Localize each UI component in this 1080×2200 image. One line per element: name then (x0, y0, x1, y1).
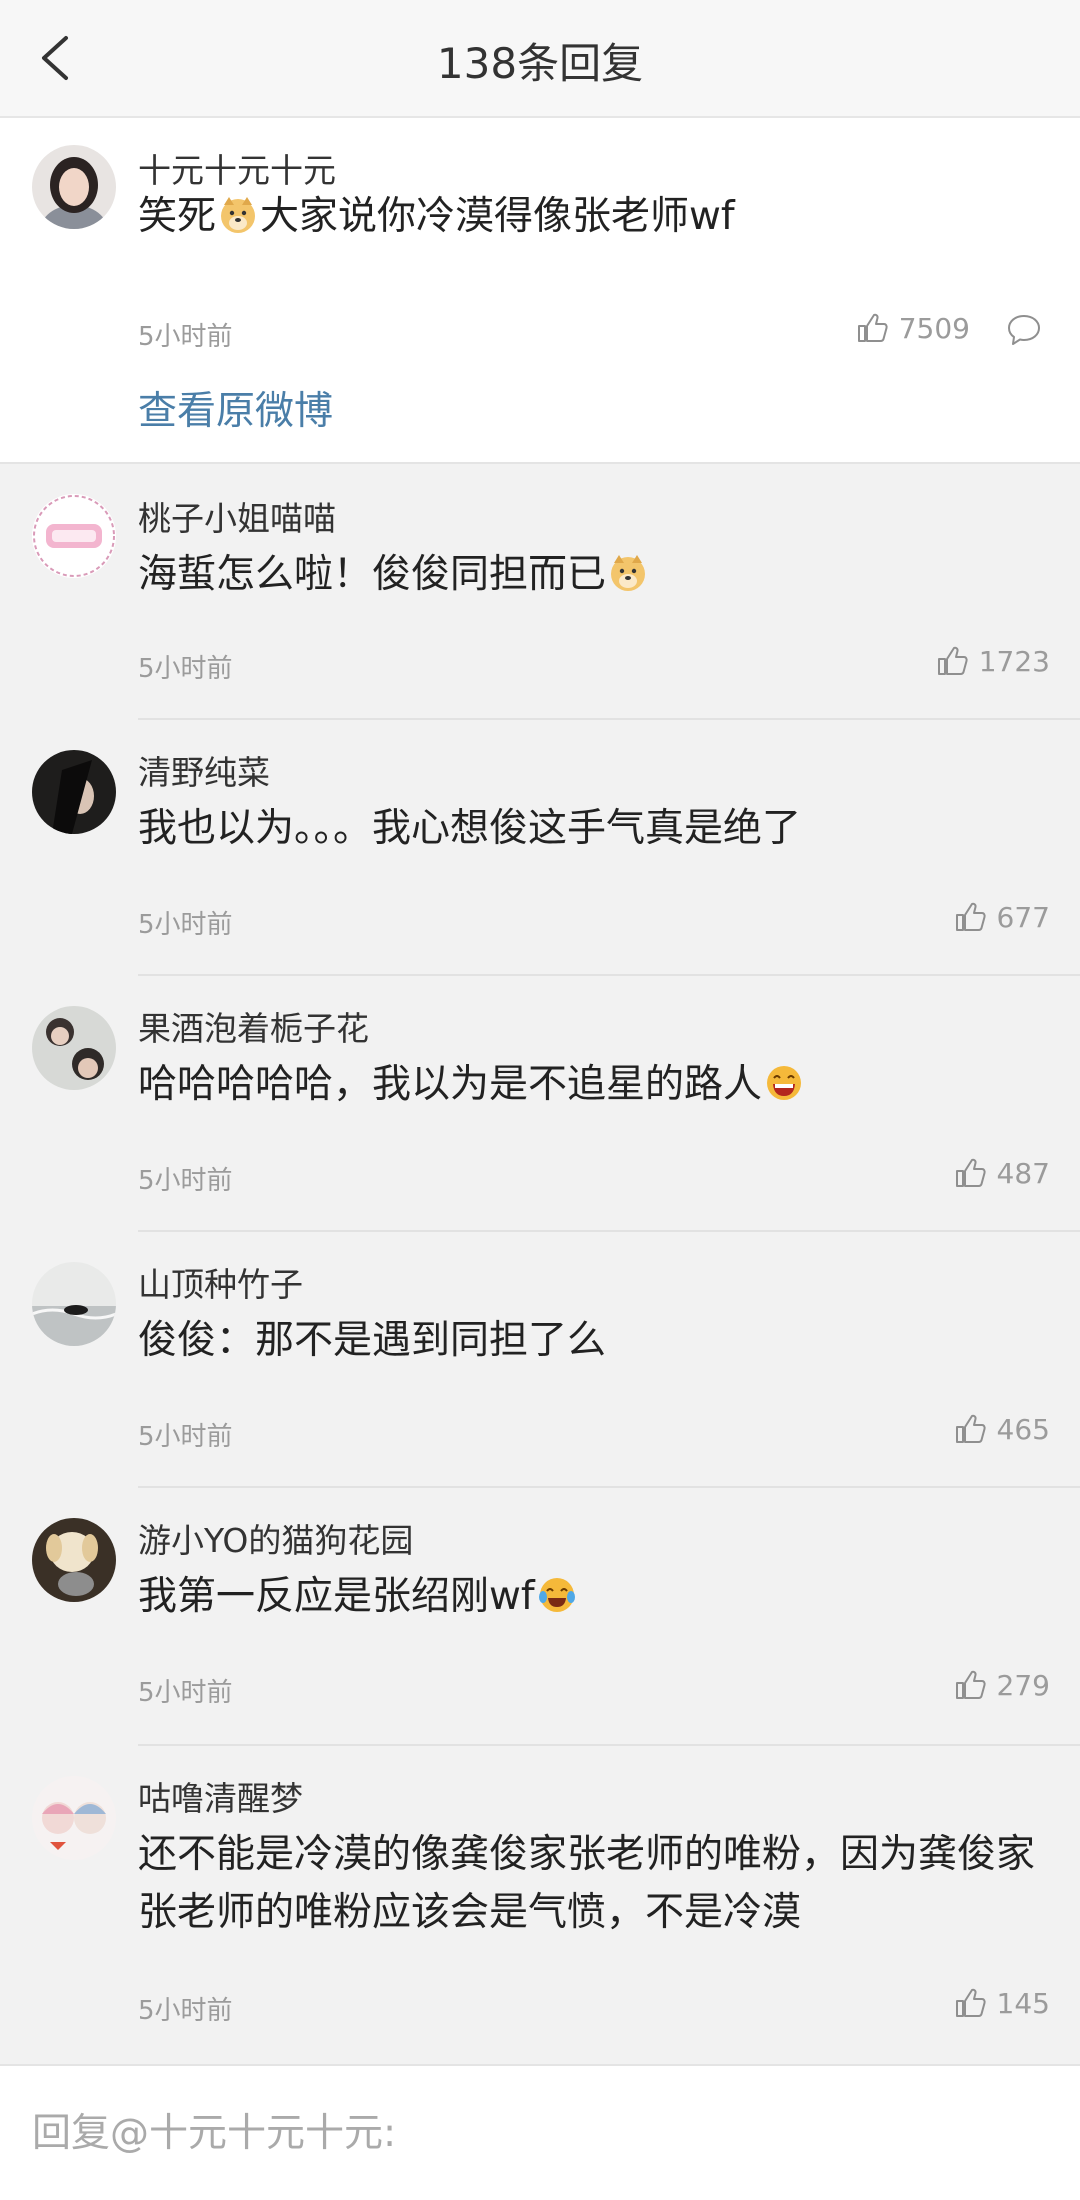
thumbs-up-icon (955, 902, 986, 931)
like-count: 677 (996, 900, 1050, 934)
doge-emoji (611, 555, 646, 591)
reply-item: 咕噜清醒梦 还不能是冷漠的像龚俊家张老师的唯粉，因为龚俊家张老师的唯粉应该会是气… (0, 1746, 1080, 2064)
timestamp: 5小时前 (138, 322, 233, 352)
reply-input[interactable] (32, 2098, 1032, 2168)
like-button[interactable]: 1723 (935, 644, 1050, 678)
view-original-post-link[interactable]: 查看原微博 (138, 380, 333, 436)
reply-item: 果酒泡着栀子花 哈哈哈哈哈，我以为是不追星的路人 5小时前 487 (0, 976, 1080, 1232)
like-button[interactable]: 677 (953, 900, 1050, 934)
avatar[interactable] (32, 145, 116, 229)
timestamp: 5小时前 (138, 1996, 233, 2026)
page-title: 138条回复 (436, 39, 644, 88)
avatar-image (32, 1262, 116, 1346)
avatar-image (32, 145, 116, 229)
comment-text-part: 海蜇怎么啦！俊俊同担而已 (138, 552, 607, 597)
avatar[interactable] (32, 1006, 116, 1090)
like-count: 487 (996, 1156, 1050, 1190)
avatar[interactable] (32, 1262, 116, 1346)
thumbs-up-icon (955, 1158, 986, 1187)
avatar-image (32, 1518, 116, 1602)
avatar-image (32, 494, 116, 578)
comment-text: 海蜇怎么啦！俊俊同担而已 (138, 546, 1038, 604)
reply-item: 清野纯菜 我也以为。。。我心想俊这手气真是绝了 5小时前 677 (0, 720, 1080, 976)
thumbs-up-icon (857, 313, 888, 342)
like-count: 145 (996, 1986, 1050, 2020)
reply-bar (0, 2064, 1080, 2200)
username[interactable]: 游小YO的猫狗花园 (138, 1514, 413, 1562)
reply-item: 游小YO的猫狗花园 我第一反应是张绍刚wf 5小时前 279 (0, 1488, 1080, 1746)
like-count: 279 (996, 1668, 1050, 1702)
avatar-image (32, 1006, 116, 1090)
comment-bubble-icon[interactable] (1006, 312, 1042, 348)
thumbs-up-icon (955, 1414, 986, 1443)
username[interactable]: 十元十元十元 (138, 144, 336, 192)
username[interactable]: 咕噜清醒梦 (138, 1772, 303, 1820)
timestamp: 5小时前 (138, 654, 233, 684)
comment-text-part: 我第一反应是张绍刚wf (138, 1574, 535, 1619)
timestamp: 5小时前 (138, 1678, 233, 1708)
avatar[interactable] (32, 1518, 116, 1602)
tears-of-joy-emoji (538, 1578, 575, 1612)
avatar-image (32, 750, 116, 834)
username[interactable]: 清野纯菜 (138, 746, 270, 794)
like-count: 7509 (898, 311, 970, 345)
timestamp: 5小时前 (138, 1166, 233, 1196)
comment-text: 笑死 大家说你冷漠得像张老师wf (138, 188, 1038, 246)
thumbs-up-icon (955, 1670, 986, 1699)
comment-text: 我也以为。。。我心想俊这手气真是绝了 (138, 806, 802, 851)
comment-text: 俊俊：那不是遇到同担了么 (138, 1318, 607, 1363)
reply-item: 桃子小姐喵喵 海蜇怎么啦！俊俊同担而已 5小时前 1723 (0, 466, 1080, 720)
comment-text-part: 笑死 (138, 194, 217, 239)
top-bar: 138条回复 (0, 0, 1080, 118)
comment-text: 我第一反应是张绍刚wf (138, 1568, 1038, 1626)
username[interactable]: 山顶种竹子 (138, 1258, 303, 1306)
avatar[interactable] (32, 494, 116, 578)
laughing-emoji (767, 1066, 802, 1100)
thumbs-up-icon (955, 1988, 986, 2017)
comment-text-part: 大家说你冷漠得像张老师wf (260, 194, 735, 239)
like-button[interactable]: 145 (953, 1986, 1050, 2020)
doge-emoji (221, 197, 256, 233)
comment-text: 还不能是冷漠的像龚俊家张老师的唯粉，因为龚俊家张老师的唯粉应该会是气愤，不是冷漠 (138, 1832, 1036, 1935)
reply-item: 山顶种竹子 俊俊：那不是遇到同担了么 5小时前 465 (0, 1232, 1080, 1488)
avatar[interactable] (32, 750, 116, 834)
comment-text: 哈哈哈哈哈，我以为是不追星的路人 (138, 1056, 1038, 1114)
root-comment: 十元十元十元 笑死 大家说你冷漠得像张老师wf 5小时前 7509 查看原微博 (0, 118, 1080, 464)
thumbs-up-icon (937, 646, 968, 675)
avatar[interactable] (32, 1776, 116, 1860)
avatar-image (32, 1776, 116, 1860)
like-count: 1723 (978, 644, 1050, 678)
timestamp: 5小时前 (138, 910, 233, 940)
comment-text-part: 哈哈哈哈哈，我以为是不追星的路人 (138, 1062, 763, 1107)
like-button[interactable]: 279 (953, 1668, 1050, 1702)
like-button[interactable]: 487 (953, 1156, 1050, 1190)
timestamp: 5小时前 (138, 1422, 233, 1452)
like-count: 465 (996, 1412, 1050, 1446)
username[interactable]: 果酒泡着栀子花 (138, 1002, 369, 1050)
like-button[interactable]: 465 (953, 1412, 1050, 1446)
like-button[interactable]: 7509 (855, 311, 970, 345)
username[interactable]: 桃子小姐喵喵 (138, 492, 336, 540)
